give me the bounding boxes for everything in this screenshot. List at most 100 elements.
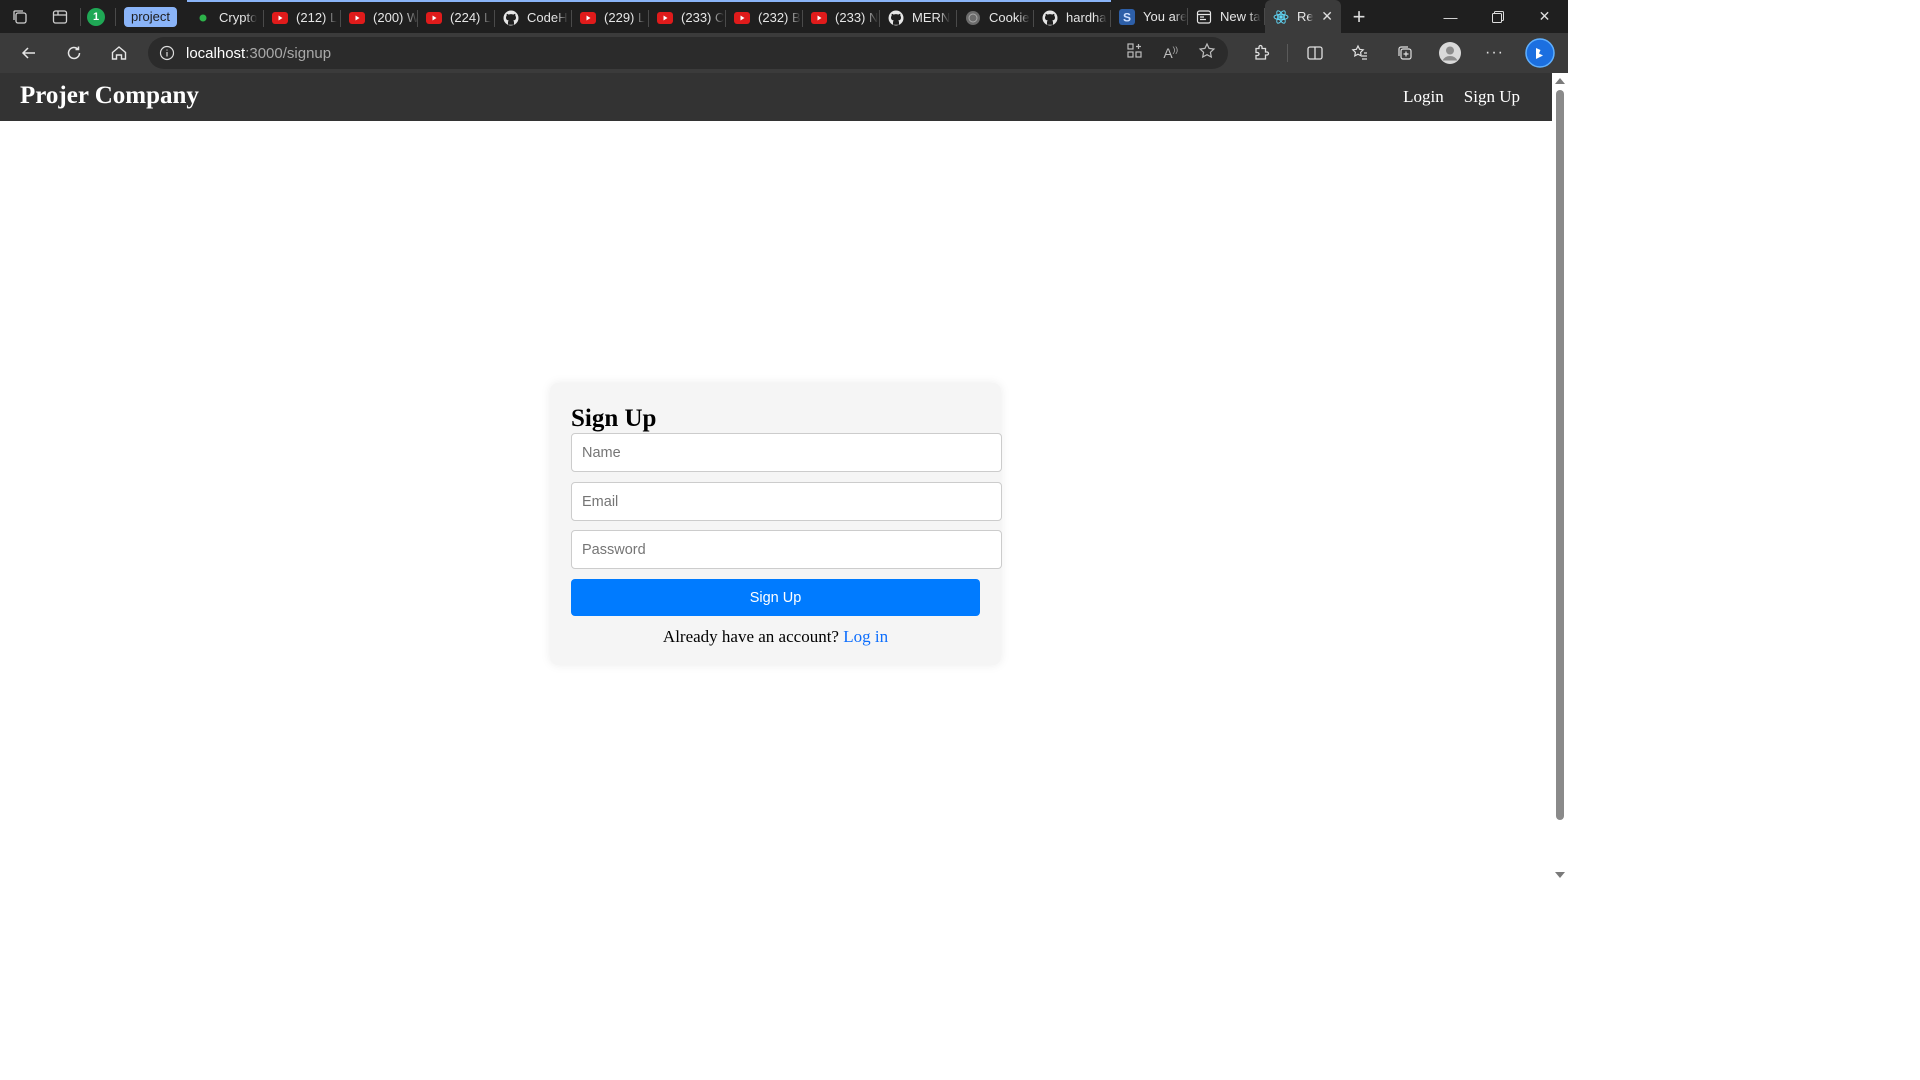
toolbar-right-icons: ··· [1238,33,1562,73]
whatsapp-icon[interactable]: 1 [87,7,105,26]
scrollbar-thumb[interactable] [1556,90,1564,820]
collections-icon[interactable] [1382,33,1427,73]
github-icon [503,10,519,26]
tab[interactable]: (229) L [572,0,650,33]
app-available-icon[interactable] [1126,42,1143,64]
newtab-icon [1196,9,1212,25]
youtube-icon [349,10,366,26]
email-input[interactable] [571,482,1002,521]
tab-title: (200) W [373,10,419,25]
tab-title: New ta [1220,9,1261,24]
github-icon [888,10,904,26]
tab-title: Crypto [219,10,258,25]
navbar-links: Login Sign Up [1403,87,1520,107]
name-input[interactable] [571,433,1002,472]
tab-group-label[interactable]: project [124,6,178,27]
signup-title: Sign Up [571,405,657,432]
tab[interactable]: (232) B [726,0,804,33]
home-icon[interactable] [96,33,141,73]
split-screen-icon[interactable] [1292,33,1337,73]
tab[interactable]: (200) W [341,0,419,33]
login-link[interactable]: Log in [843,627,888,646]
tab[interactable]: (224) L [418,0,496,33]
login-prompt: Already have an account? Log in [550,627,1001,647]
svg-text:S: S [1123,10,1131,24]
close-tab-icon[interactable]: ✕ [1321,8,1333,25]
profile-avatar-icon[interactable] [1427,33,1472,73]
tab-actions-icon[interactable] [40,0,80,33]
window-controls: — ✕ [1427,0,1568,33]
tab-list: Crypto (212) L (200) W (224) L CodeH (229) L (… [187,0,1342,33]
tab[interactable]: (233) C [649,0,727,33]
s-icon: S [1119,8,1136,25]
react-icon [1273,9,1289,25]
tab[interactable]: S You are [1111,0,1189,33]
tab-title: Re [1297,9,1314,24]
scroll-down-arrow-icon[interactable] [1555,872,1565,878]
reload-icon[interactable] [51,33,96,73]
scroll-up-arrow-icon[interactable] [1555,78,1565,84]
tab-title: (229) L [604,10,646,25]
favorite-star-icon[interactable] [1198,42,1216,65]
tab[interactable]: (233) N [803,0,881,33]
tab[interactable]: CodeH [495,0,573,33]
page-scrollbar[interactable] [1552,73,1568,882]
address-bar[interactable]: localhost:3000/signup A)) [148,37,1228,69]
globe-icon [965,10,981,26]
tab[interactable]: hardha [1034,0,1112,33]
tab[interactable]: (212) L [264,0,342,33]
minimize-icon[interactable]: — [1427,0,1474,33]
tab-title: MERN [912,10,951,25]
login-prompt-text: Already have an account? [662,627,839,646]
new-tab-button[interactable]: + [1341,0,1377,33]
tab-title: CodeH [527,10,568,25]
bing-copilot-icon[interactable] [1517,33,1562,73]
more-menu-icon[interactable]: ··· [1472,33,1517,73]
url-host: localhost [186,44,246,62]
youtube-icon [811,10,828,26]
url-text: localhost:3000/signup [186,45,331,62]
restore-icon[interactable] [1474,0,1521,33]
green-dot-icon [195,10,211,26]
youtube-icon [580,10,597,26]
tab-title: (212) L [296,10,338,25]
back-icon[interactable] [6,33,51,73]
youtube-icon [272,10,289,26]
signup-submit-button[interactable]: Sign Up [571,579,980,616]
tab[interactable]: MERN [880,0,958,33]
close-window-icon[interactable]: ✕ [1521,0,1568,33]
address-bar-actions: A)) [1126,37,1216,69]
tab-title: You are [1143,9,1188,24]
tab[interactable]: Cookie [957,0,1035,33]
tab-active[interactable]: Re ✕ [1265,0,1342,33]
web-page: Projer Company Login Sign Up Sign Up Sig… [0,73,1552,882]
browser-tab-strip: 1 project Crypto (212) L (200) W (224) L Cod… [0,0,1568,33]
tab-title: (233) N [835,10,879,25]
youtube-icon [734,10,751,26]
youtube-icon [426,10,443,26]
tab[interactable]: Crypto [187,0,265,33]
signup-card: Sign Up Sign Up Already have an account?… [550,383,1002,665]
tab-separator [80,7,81,26]
tab-title: Cookie [989,10,1030,25]
github-icon [1042,10,1058,26]
browser-toolbar: localhost:3000/signup A)) ··· [0,33,1568,73]
tab-title: hardha [1066,10,1107,25]
nav-signup-link[interactable]: Sign Up [1464,87,1520,107]
site-info-icon[interactable] [148,45,186,61]
read-aloud-icon[interactable]: A)) [1163,45,1178,61]
favorites-icon[interactable] [1337,33,1382,73]
site-navbar: Projer Company Login Sign Up [0,73,1552,121]
tab-separator [115,7,116,26]
nav-login-link[interactable]: Login [1403,87,1444,107]
workspaces-icon[interactable] [0,0,40,33]
brand-logo[interactable]: Projer Company [20,82,199,110]
extensions-icon[interactable] [1238,33,1283,73]
tab-title: (233) C [681,10,725,25]
password-input[interactable] [571,530,1002,569]
tab[interactable]: New ta [1188,0,1266,33]
tab-title: (224) L [450,10,492,25]
tab-title: (232) B [758,10,801,25]
youtube-icon [657,10,674,26]
toolbar-divider [1287,44,1288,62]
